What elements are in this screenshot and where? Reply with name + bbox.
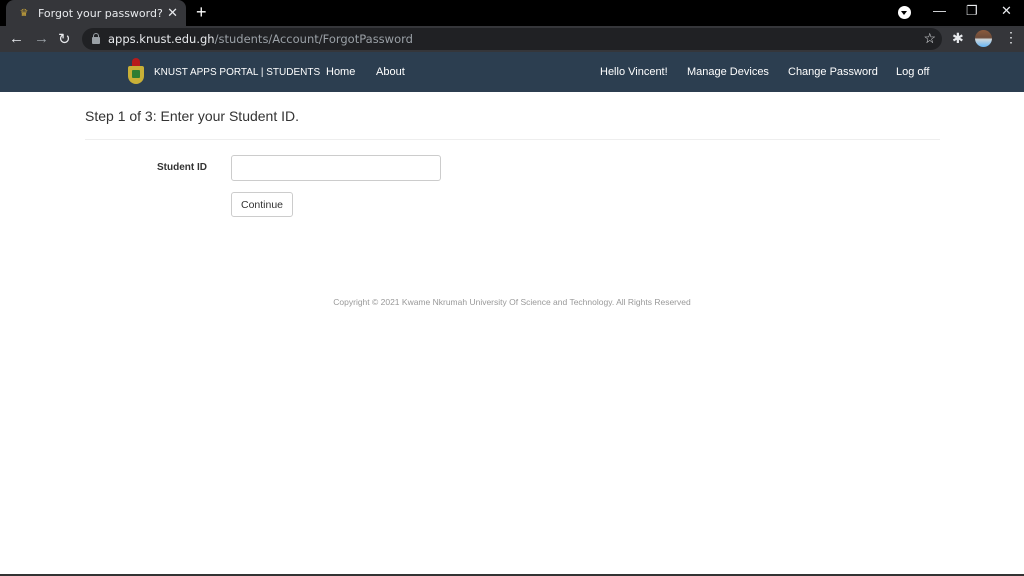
restore-icon[interactable]: ❐: [966, 3, 978, 19]
tab-title: Forgot your password?: [38, 6, 163, 20]
minimize-icon[interactable]: —: [933, 3, 946, 18]
nav-hello-user[interactable]: Hello Vincent!: [600, 66, 668, 78]
footer-copyright: Copyright © 2021 Kwame Nkrumah Universit…: [333, 297, 691, 307]
bookmark-star-icon[interactable]: ☆: [923, 30, 936, 47]
reload-icon[interactable]: ↻: [58, 30, 71, 48]
url-host: apps.knust.edu.gh: [108, 32, 215, 46]
page-title: Step 1 of 3: Enter your Student ID.: [85, 108, 300, 124]
student-id-label: Student ID: [157, 162, 207, 173]
nav-log-off[interactable]: Log off: [896, 66, 929, 78]
window-close-icon[interactable]: ✕: [1001, 3, 1012, 19]
divider: [85, 139, 940, 140]
url-path: /students/Account/ForgotPassword: [214, 32, 413, 46]
tab-search-icon[interactable]: [898, 6, 911, 19]
nav-about[interactable]: About: [376, 66, 405, 78]
nav-manage-devices[interactable]: Manage Devices: [687, 66, 769, 78]
profile-avatar[interactable]: [975, 30, 992, 47]
site-navbar: KNUST APPS PORTAL | STUDENTS Home About …: [0, 52, 1024, 92]
brand-text: KNUST APPS PORTAL | STUDENTS: [154, 66, 321, 78]
browser-tab[interactable]: ♛ Forgot your password? ✕: [6, 0, 186, 26]
browser-toolbar: ← → ↻ apps.knust.edu.gh/students/Account…: [0, 26, 1024, 52]
lock-icon[interactable]: [92, 33, 100, 44]
nav-home[interactable]: Home: [326, 66, 355, 78]
browser-menu-icon[interactable]: ⋮: [1004, 29, 1018, 46]
knust-logo-icon: [125, 58, 147, 86]
extensions-icon[interactable]: ✱: [952, 30, 964, 47]
knust-crest-icon: ♛: [19, 7, 29, 19]
continue-button[interactable]: Continue: [231, 192, 293, 217]
browser-tab-strip: ♛ Forgot your password? ✕ + — ❐ ✕: [0, 0, 1024, 26]
nav-change-password[interactable]: Change Password: [788, 66, 878, 78]
close-tab-icon[interactable]: ✕: [167, 5, 178, 21]
student-id-input[interactable]: [231, 155, 441, 181]
forward-icon[interactable]: →: [34, 30, 49, 47]
address-bar[interactable]: apps.knust.edu.gh/students/Account/Forgo…: [82, 28, 942, 50]
brand-link[interactable]: KNUST APPS PORTAL | STUDENTS: [125, 58, 320, 86]
back-icon[interactable]: ←: [9, 30, 24, 47]
new-tab-button[interactable]: +: [196, 2, 207, 23]
